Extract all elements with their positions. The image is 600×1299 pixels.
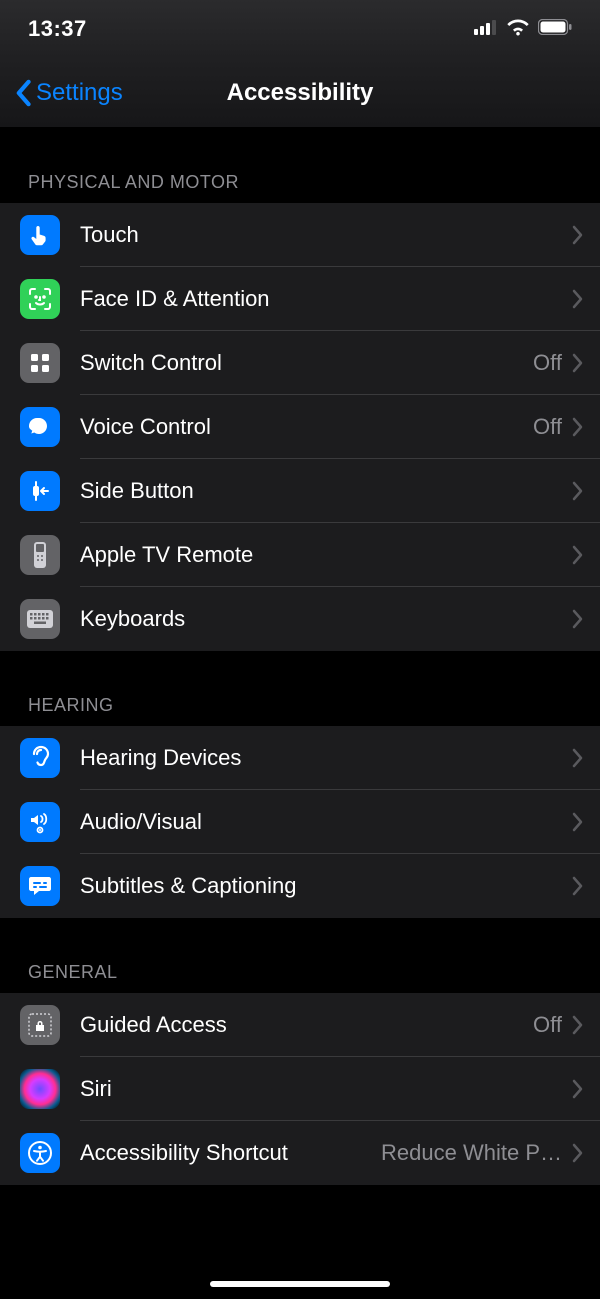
apple-tv-remote-icon	[20, 535, 60, 575]
row-hearing-devices[interactable]: Hearing Devices	[0, 726, 600, 790]
cellular-icon	[474, 19, 498, 40]
siri-icon	[20, 1069, 60, 1109]
row-value: Off	[533, 350, 562, 376]
row-label: Switch Control	[80, 350, 525, 376]
screen: 13:37 Settings Accessibility PHYSICAL AN…	[0, 0, 600, 1299]
row-value: Reduce White P…	[381, 1140, 562, 1166]
row-label: Voice Control	[80, 414, 525, 440]
chevron-right-icon	[572, 289, 584, 309]
status-time: 13:37	[28, 16, 87, 42]
row-value: Off	[533, 1012, 562, 1038]
back-label: Settings	[36, 79, 123, 107]
status-icons	[474, 18, 572, 41]
row-label: Audio/Visual	[80, 809, 562, 835]
chevron-right-icon	[572, 1015, 584, 1035]
touch-icon	[20, 215, 60, 255]
row-voice-control[interactable]: Voice Control Off	[0, 395, 600, 459]
row-side-button[interactable]: Side Button	[0, 459, 600, 523]
chevron-right-icon	[572, 353, 584, 373]
chevron-right-icon	[572, 1079, 584, 1099]
chevron-right-icon	[572, 812, 584, 832]
row-label: Siri	[80, 1076, 562, 1102]
group-physical: Touch Face ID & Attention Switch Control…	[0, 203, 600, 651]
row-label: Accessibility Shortcut	[80, 1140, 373, 1166]
ear-icon	[20, 738, 60, 778]
chevron-right-icon	[572, 609, 584, 629]
row-label: Guided Access	[80, 1012, 525, 1038]
group-hearing: Hearing Devices Audio/Visual Subtitles &…	[0, 726, 600, 918]
home-indicator[interactable]	[210, 1281, 390, 1287]
row-label: Apple TV Remote	[80, 542, 562, 568]
row-siri[interactable]: Siri	[0, 1057, 600, 1121]
row-accessibility-shortcut[interactable]: Accessibility Shortcut Reduce White P…	[0, 1121, 600, 1185]
chevron-right-icon	[572, 417, 584, 437]
row-label: Hearing Devices	[80, 745, 562, 771]
row-keyboards[interactable]: Keyboards	[0, 587, 600, 651]
row-label: Face ID & Attention	[80, 286, 562, 312]
side-button-icon	[20, 471, 60, 511]
chevron-right-icon	[572, 545, 584, 565]
row-label: Touch	[80, 222, 562, 248]
guided-access-icon	[20, 1005, 60, 1045]
section-header-physical: PHYSICAL AND MOTOR	[0, 128, 600, 203]
wifi-icon	[506, 18, 530, 41]
keyboards-icon	[20, 599, 60, 639]
row-subtitles[interactable]: Subtitles & Captioning	[0, 854, 600, 918]
row-value: Off	[533, 414, 562, 440]
section-header-general: GENERAL	[0, 918, 600, 993]
audio-visual-icon	[20, 802, 60, 842]
row-label: Side Button	[80, 478, 562, 504]
row-face-id[interactable]: Face ID & Attention	[0, 267, 600, 331]
voice-control-icon	[20, 407, 60, 447]
chevron-left-icon	[14, 79, 32, 107]
row-guided-access[interactable]: Guided Access Off	[0, 993, 600, 1057]
back-button[interactable]: Settings	[0, 79, 123, 107]
row-label: Subtitles & Captioning	[80, 873, 562, 899]
group-general: Guided Access Off Siri Accessibility Sho…	[0, 993, 600, 1185]
battery-icon	[538, 19, 572, 40]
row-switch-control[interactable]: Switch Control Off	[0, 331, 600, 395]
row-label: Keyboards	[80, 606, 562, 632]
chevron-right-icon	[572, 225, 584, 245]
accessibility-icon	[20, 1133, 60, 1173]
row-apple-tv-remote[interactable]: Apple TV Remote	[0, 523, 600, 587]
row-touch[interactable]: Touch	[0, 203, 600, 267]
row-audio-visual[interactable]: Audio/Visual	[0, 790, 600, 854]
chevron-right-icon	[572, 1143, 584, 1163]
status-bar: 13:37	[0, 0, 600, 58]
chevron-right-icon	[572, 748, 584, 768]
face-id-icon	[20, 279, 60, 319]
chevron-right-icon	[572, 481, 584, 501]
nav-bar: Settings Accessibility	[0, 58, 600, 128]
switch-control-icon	[20, 343, 60, 383]
section-header-hearing: HEARING	[0, 651, 600, 726]
subtitles-icon	[20, 866, 60, 906]
chevron-right-icon	[572, 876, 584, 896]
